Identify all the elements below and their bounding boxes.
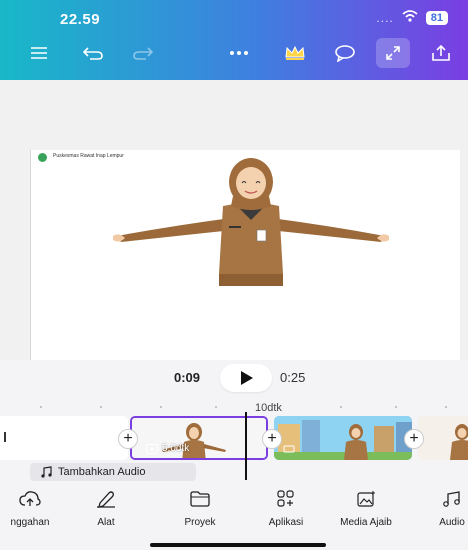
design-page[interactable]: Puskesmas Rawat Inap Lempur	[30, 150, 460, 360]
magic-media-icon	[357, 491, 375, 507]
ruler-label: 10dtk	[255, 402, 282, 414]
expand-icon[interactable]	[376, 38, 410, 68]
more-icon[interactable]	[226, 38, 252, 68]
timeline-clip[interactable]	[418, 416, 468, 460]
status-time: 22.59	[60, 11, 101, 28]
home-indicator[interactable]	[150, 543, 326, 547]
ruler-tick	[40, 406, 42, 408]
ruler-tick	[160, 406, 162, 408]
playback-controls: 0:09 0:25	[0, 362, 468, 394]
menu-icon[interactable]	[26, 38, 52, 68]
ruler-tick	[445, 406, 447, 408]
share-icon[interactable]	[428, 38, 454, 68]
nav-item-apps[interactable]: Aplikasi	[246, 490, 326, 530]
clip-thumbnail	[274, 416, 412, 460]
folder-icon	[190, 491, 210, 507]
app-header: 22.59 .... 81	[0, 0, 468, 80]
wifi-icon	[402, 10, 418, 25]
timeline-clip[interactable]	[0, 416, 128, 460]
ruler-tick	[395, 406, 397, 408]
crown-icon[interactable]	[282, 38, 308, 68]
status-right: .... 81	[376, 10, 448, 25]
add-transition-button[interactable]: +	[262, 429, 282, 449]
editor-toolbar	[0, 38, 468, 74]
music-icon	[443, 491, 460, 507]
add-transition-button[interactable]: +	[118, 429, 138, 449]
logo-icon	[38, 153, 47, 162]
canvas-stage: Puskesmas Rawat Inap Lempur	[0, 80, 468, 360]
nav-item-tools[interactable]: Alat	[66, 490, 146, 530]
add-transition-button[interactable]: +	[404, 429, 424, 449]
upload-cloud-icon	[19, 491, 41, 506]
apps-icon	[277, 490, 294, 507]
play-icon	[241, 371, 253, 385]
playhead[interactable]	[245, 412, 247, 480]
bottom-nav: nggahan Alat Proyek Aplikasi Media Ajaib…	[0, 490, 468, 534]
play-button[interactable]	[220, 364, 272, 392]
undo-icon[interactable]	[80, 38, 106, 68]
timeline-ruler[interactable]: 10dtk	[0, 396, 468, 416]
clip-thumbnail	[418, 416, 468, 460]
redo-icon[interactable]	[130, 38, 156, 68]
clip-handle[interactable]	[4, 432, 8, 442]
nav-item-projects[interactable]: Proyek	[160, 490, 240, 530]
timeline-clip[interactable]	[274, 416, 412, 460]
video-track: 5.0dtk + + +	[0, 416, 468, 460]
nav-item-audio[interactable]: Audio	[412, 490, 468, 530]
add-audio-button[interactable]: Tambahkan Audio	[30, 463, 196, 481]
clip-duration-label: 5.0dtk	[162, 443, 190, 454]
video-icon	[146, 443, 158, 454]
add-audio-label: Tambahkan Audio	[58, 466, 146, 478]
current-time: 0:09	[174, 370, 201, 385]
ruler-tick	[215, 406, 217, 408]
nav-item-magic-media[interactable]: Media Ajaib	[326, 490, 406, 530]
music-note-icon	[41, 466, 52, 478]
timeline-clip-selected[interactable]: 5.0dtk	[130, 416, 268, 460]
total-time: 0:25	[280, 370, 306, 385]
pen-icon	[97, 491, 115, 508]
battery-badge: 81	[425, 10, 448, 25]
character-illustration	[113, 158, 389, 286]
comment-icon[interactable]	[332, 38, 358, 68]
signal-dots: ....	[376, 10, 394, 25]
clip-duration: 5.0dtk	[146, 443, 189, 454]
nav-item-uploads[interactable]: nggahan	[0, 490, 70, 530]
ruler-tick	[100, 406, 102, 408]
ruler-tick	[340, 406, 342, 408]
